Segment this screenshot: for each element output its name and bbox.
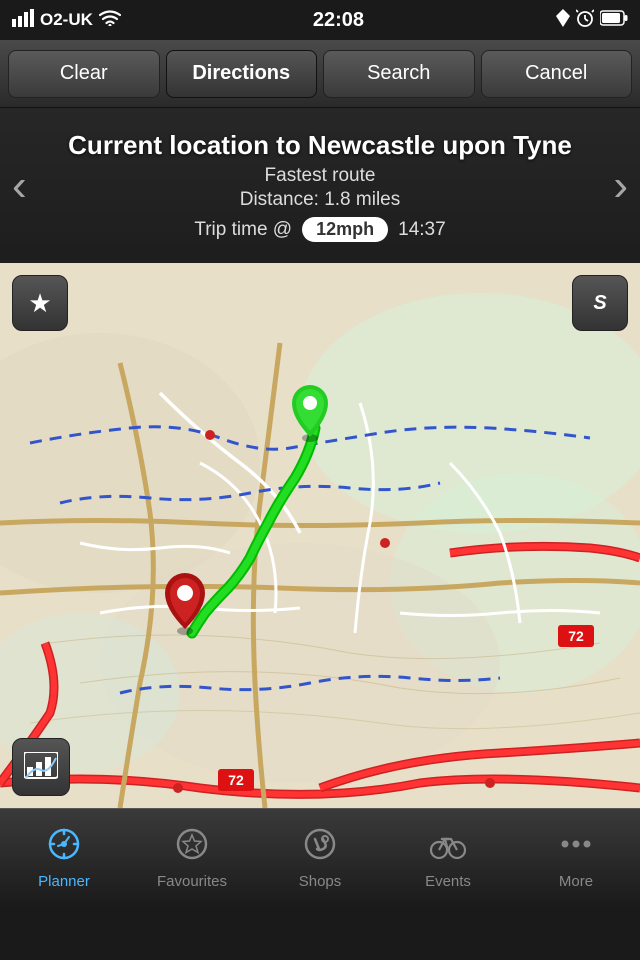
planner-icon [47,827,81,867]
tab-more-label: More [559,873,593,890]
star-icon: ★ [28,288,51,319]
route-options-button[interactable]: S [572,275,628,331]
route-type: Fastest route [265,165,376,187]
tab-events[interactable]: Events [384,809,512,908]
location-icon [556,9,570,32]
next-route-button[interactable]: › [613,161,628,211]
carrier-label: O2-UK [40,10,93,30]
svg-text:72: 72 [568,628,584,644]
carrier-info: O2-UK [12,9,121,32]
clock: 22:08 [313,9,364,32]
tab-shops-label: Shops [299,873,342,890]
route-info-panel: ‹ Current location to Newcastle upon Tyn… [0,108,640,263]
alarm-icon [576,9,594,32]
tab-events-label: Events [425,873,471,890]
route-title: Current location to Newcastle upon Tyne [68,129,572,162]
shops-icon [303,827,337,867]
wifi-icon [99,10,121,31]
battery-icon [600,10,628,31]
tab-bar: Planner Favourites Shops [0,808,640,908]
favourite-map-button[interactable]: ★ [12,275,68,331]
tab-planner-label: Planner [38,873,90,890]
toolbar: Clear Directions Search Cancel [0,40,640,108]
route-icon: S [593,292,606,315]
system-icons [556,9,628,32]
tab-shops[interactable]: Shops [256,809,384,908]
tab-planner[interactable]: Planner [0,809,128,908]
trip-time-line: Trip time @ 12mph 14:37 [194,217,445,242]
tab-more[interactable]: More [512,809,640,908]
map-area[interactable]: 72 72 72 72 72 14 14 GATESHEAD Pelaw 100 [0,263,640,808]
favourites-icon [175,827,209,867]
clear-button[interactable]: Clear [8,50,160,98]
status-bar: O2-UK 22:08 [0,0,640,40]
tab-favourites[interactable]: Favourites [128,809,256,908]
route-distance: Distance: 1.8 miles [240,189,401,211]
trip-time: 14:37 [398,219,446,241]
stats-button[interactable] [12,738,70,796]
prev-route-button[interactable]: ‹ [12,161,27,211]
events-icon [429,827,467,867]
trip-prefix: Trip time @ [194,219,292,241]
speed-badge[interactable]: 12mph [302,217,388,242]
signal-icon [12,9,34,32]
directions-button[interactable]: Directions [166,50,318,98]
tab-favourites-label: Favourites [157,873,227,890]
search-button[interactable]: Search [323,50,475,98]
cancel-button[interactable]: Cancel [481,50,633,98]
more-icon [559,827,593,867]
svg-text:72: 72 [228,772,244,788]
